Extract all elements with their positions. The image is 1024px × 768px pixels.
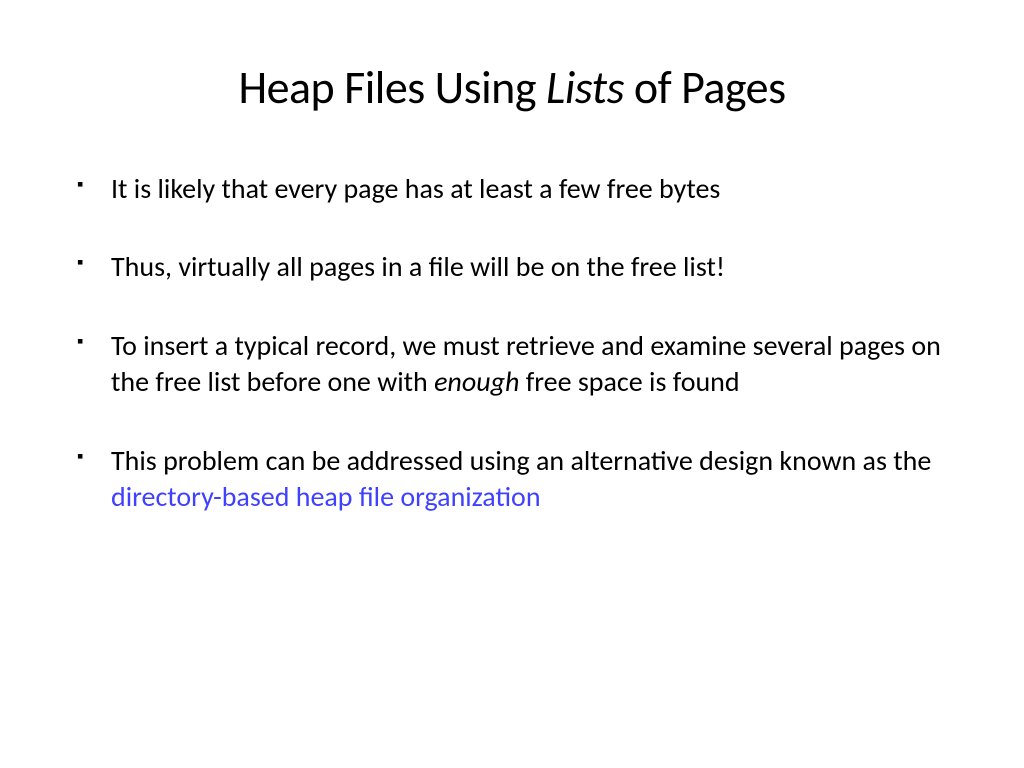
bullet-text: It is likely that every page has at leas…	[111, 171, 720, 206]
bullet-item: To insert a typical record, we must retr…	[75, 328, 949, 401]
title-part2: of Pages	[624, 60, 786, 116]
bullet-list: It is likely that every page has at leas…	[75, 171, 949, 515]
slide-title: Heap Files Using Lists of Pages	[75, 60, 949, 116]
bullet-item: It is likely that every page has at leas…	[75, 171, 949, 207]
title-part1: Heap Files Using	[238, 60, 545, 116]
bullet-italic: enough	[434, 364, 519, 399]
title-italic: Lists	[546, 60, 624, 116]
bullet-text: Thus, virtually all pages in a file will…	[111, 249, 725, 284]
bullet-highlight: directory-based heap file organization	[111, 479, 541, 514]
bullet-suffix: free space is found	[519, 364, 739, 399]
bullet-prefix: This problem can be addressed using an a…	[111, 443, 931, 478]
bullet-item: This problem can be addressed using an a…	[75, 443, 949, 516]
bullet-item: Thus, virtually all pages in a file will…	[75, 249, 949, 285]
